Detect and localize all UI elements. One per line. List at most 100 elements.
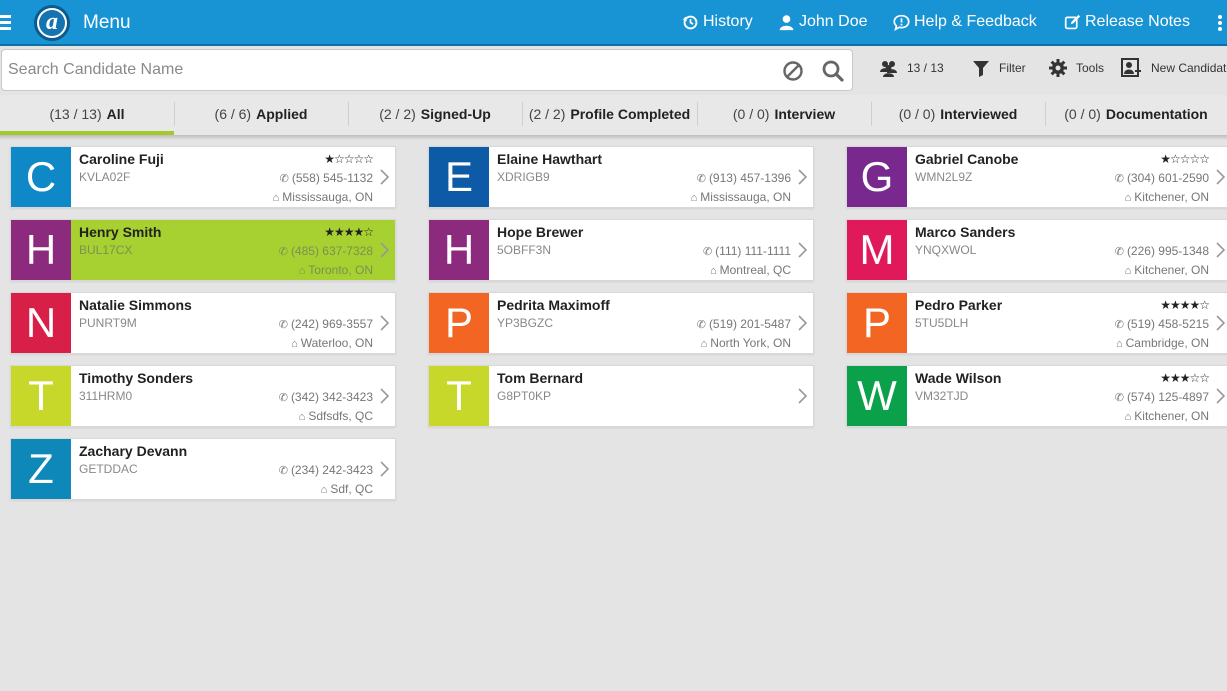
candidate-avatar: P	[847, 293, 907, 353]
candidate-location: ⌂ Waterloo, ON	[291, 336, 373, 350]
users-icon	[880, 61, 897, 77]
status-tabs: (13 / 13) All (6 / 6) Applied (2 / 2) Signe…	[0, 95, 1227, 135]
more-options-icon[interactable]	[1218, 15, 1222, 32]
logo-letter: a	[39, 10, 65, 36]
tab-interviewed[interactable]: (0 / 0) Interviewed	[871, 95, 1045, 135]
candidate-name: Pedro Parker	[915, 297, 1003, 313]
tab-documentation[interactable]: (0 / 0) Documentation	[1045, 95, 1227, 135]
candidate-city: Toronto, ON	[308, 263, 373, 277]
candidate-phone-number: (242) 969-3557	[290, 317, 373, 331]
release-notes-link[interactable]: Release Notes	[1064, 13, 1190, 31]
help-feedback-label: Help & Feedback	[914, 13, 1037, 30]
candidate-code: XDRIGB9	[497, 170, 550, 184]
candidate-code: 5TU5DLH	[915, 316, 969, 330]
candidate-city: Kitchener, ON	[1134, 263, 1209, 277]
candidate-phone: ✆ (304) 601-2590	[1115, 171, 1209, 185]
candidate-phone: ✆ (234) 242-3423	[279, 463, 373, 477]
tab-count: (0 / 0)	[898, 106, 936, 122]
menu-label[interactable]: Menu	[83, 12, 131, 34]
app-logo[interactable]: a	[34, 5, 70, 41]
candidate-rating: ★★★★☆	[1160, 298, 1210, 312]
tab-interview[interactable]: (0 / 0) Interview	[697, 95, 871, 135]
candidate-phone: ✆ (519) 458-5215	[1115, 317, 1209, 331]
candidate-location: ⌂ Toronto, ON	[299, 263, 373, 277]
candidate-avatar: H	[429, 220, 489, 280]
candidate-location: ⌂ Sdf, QC	[321, 482, 373, 496]
candidate-card[interactable]: T Timothy Sonders 311HRM0 ✆ (342) 342-3423 ⌂ S…	[10, 365, 396, 427]
candidate-name: Henry Smith	[79, 224, 162, 240]
new-candidate-button[interactable]: New Candidate	[1121, 58, 1227, 78]
phone-icon: ✆	[1114, 319, 1124, 331]
user-menu-link[interactable]: John Doe	[778, 13, 868, 31]
candidate-city: Mississauga, ON	[282, 190, 373, 204]
candidate-card[interactable]: C Caroline Fuji KVLA02F ★☆☆☆☆ ✆ (558) 545-113…	[10, 146, 396, 208]
chevron-right-icon	[798, 242, 807, 258]
candidate-name: Marco Sanders	[915, 224, 1016, 240]
hamburger-menu-icon[interactable]	[0, 15, 13, 31]
tools-label: Tools	[1076, 61, 1105, 75]
tab-count: (13 / 13)	[49, 106, 102, 122]
tabs-shadow	[0, 135, 1227, 140]
new-candidate-label: New Candidate	[1151, 61, 1227, 75]
clear-search-icon[interactable]	[782, 60, 804, 82]
tab-count: (2 / 2)	[528, 106, 566, 122]
candidate-phone: ✆ (519) 201-5487	[697, 317, 791, 331]
phone-icon: ✆	[696, 319, 706, 331]
user-icon	[779, 14, 794, 30]
home-icon: ⌂	[1115, 338, 1123, 350]
phone-icon: ✆	[279, 173, 289, 185]
chevron-right-icon	[1216, 169, 1225, 185]
search-input[interactable]	[8, 58, 768, 82]
candidate-location: ⌂ Sdfsdfs, QC	[299, 409, 373, 423]
candidate-card[interactable]: P Pedrita Maximoff YP3BGZC ✆ (519) 201-5487 ⌂…	[428, 292, 814, 354]
candidate-card[interactable]: Z Zachary Devann GETDDAC ✆ (234) 242-3423 ⌂ Sd…	[10, 438, 396, 500]
candidate-card[interactable]: H Hope Brewer 5OBFF3N ✆ (111) 111-1111 ⌂ Montr…	[428, 219, 814, 281]
candidate-card[interactable]: G Gabriel Canobe WMN2L9Z ★☆☆☆☆ ✆ (304) 601-25…	[846, 146, 1227, 208]
candidate-card[interactable]: E Elaine Hawthart XDRIGB9 ✆ (913) 457-1396 ⌂ M…	[428, 146, 814, 208]
candidate-phone: ✆ (485) 637-7328	[279, 244, 373, 258]
candidate-card[interactable]: N Natalie Simmons PUNRT9M ✆ (242) 969-3557 ⌂ W…	[10, 292, 396, 354]
candidate-code: YP3BGZC	[497, 316, 554, 330]
tab-applied[interactable]: (6 / 6) Applied	[174, 95, 348, 135]
candidate-name: Zachary Devann	[79, 443, 188, 459]
candidate-city: North York, ON	[710, 336, 791, 350]
tab-profile-completed[interactable]: (2 / 2) Profile Completed	[522, 95, 697, 135]
candidate-card[interactable]: H Henry Smith BUL17CX ★★★★☆ ✆ (485) 637-7328 ⌂…	[10, 219, 396, 281]
tab-label: Interview	[774, 106, 836, 122]
candidate-name: Gabriel Canobe	[915, 151, 1019, 167]
tab-all[interactable]: (13 / 13) All	[0, 95, 174, 135]
search-icon[interactable]	[821, 59, 845, 83]
candidate-name: Elaine Hawthart	[497, 151, 603, 167]
phone-icon: ✆	[696, 173, 706, 185]
candidate-card[interactable]: P Pedro Parker 5TU5DLH ★★★★☆ ✆ (519) 458-5215…	[846, 292, 1227, 354]
tab-signed-up[interactable]: (2 / 2) Signed-Up	[348, 95, 522, 135]
candidate-card[interactable]: M Marco Sanders YNQXWOL ✆ (226) 995-1348 ⌂ Kit…	[846, 219, 1227, 281]
help-feedback-link[interactable]: Help & Feedback	[893, 13, 1037, 31]
candidate-city: Sdfsdfs, QC	[308, 409, 373, 423]
history-label: History	[703, 13, 753, 30]
filter-button[interactable]: Filter	[971, 58, 1026, 78]
phone-icon: ✆	[278, 319, 288, 331]
candidate-location: ⌂ Mississauga, ON	[273, 190, 373, 204]
tab-count: (6 / 6)	[214, 106, 252, 122]
candidate-avatar: C	[11, 147, 71, 207]
candidate-name: Timothy Sonders	[79, 370, 194, 386]
candidate-card[interactable]: W Wade Wilson VM32TJD ★★★☆☆ ✆ (574) 125-4897 ⌂…	[846, 365, 1227, 427]
candidate-phone: ✆ (558) 545-1132	[280, 171, 373, 185]
candidate-rating: ★★★★☆	[324, 225, 374, 239]
candidate-avatar: T	[429, 366, 489, 426]
candidate-name: Hope Brewer	[497, 224, 584, 240]
filter-label: Filter	[999, 61, 1026, 75]
candidate-phone-number: (111) 111-1111	[715, 244, 791, 258]
candidate-phone: ✆ (913) 457-1396	[697, 171, 791, 185]
candidate-location: ⌂ Montreal, QC	[710, 263, 791, 277]
candidate-phone-number: (234) 242-3423	[290, 463, 373, 477]
candidate-card[interactable]: TTom BernardG8PT0KP✆⌂	[428, 365, 814, 427]
tab-label: Profile Completed	[570, 106, 691, 122]
history-link[interactable]: History	[682, 13, 753, 31]
tools-button[interactable]: Tools	[1048, 58, 1104, 78]
candidate-avatar: M	[847, 220, 907, 280]
home-icon: ⌂	[1124, 411, 1132, 423]
chevron-right-icon	[798, 315, 807, 331]
candidate-avatar: T	[11, 366, 71, 426]
